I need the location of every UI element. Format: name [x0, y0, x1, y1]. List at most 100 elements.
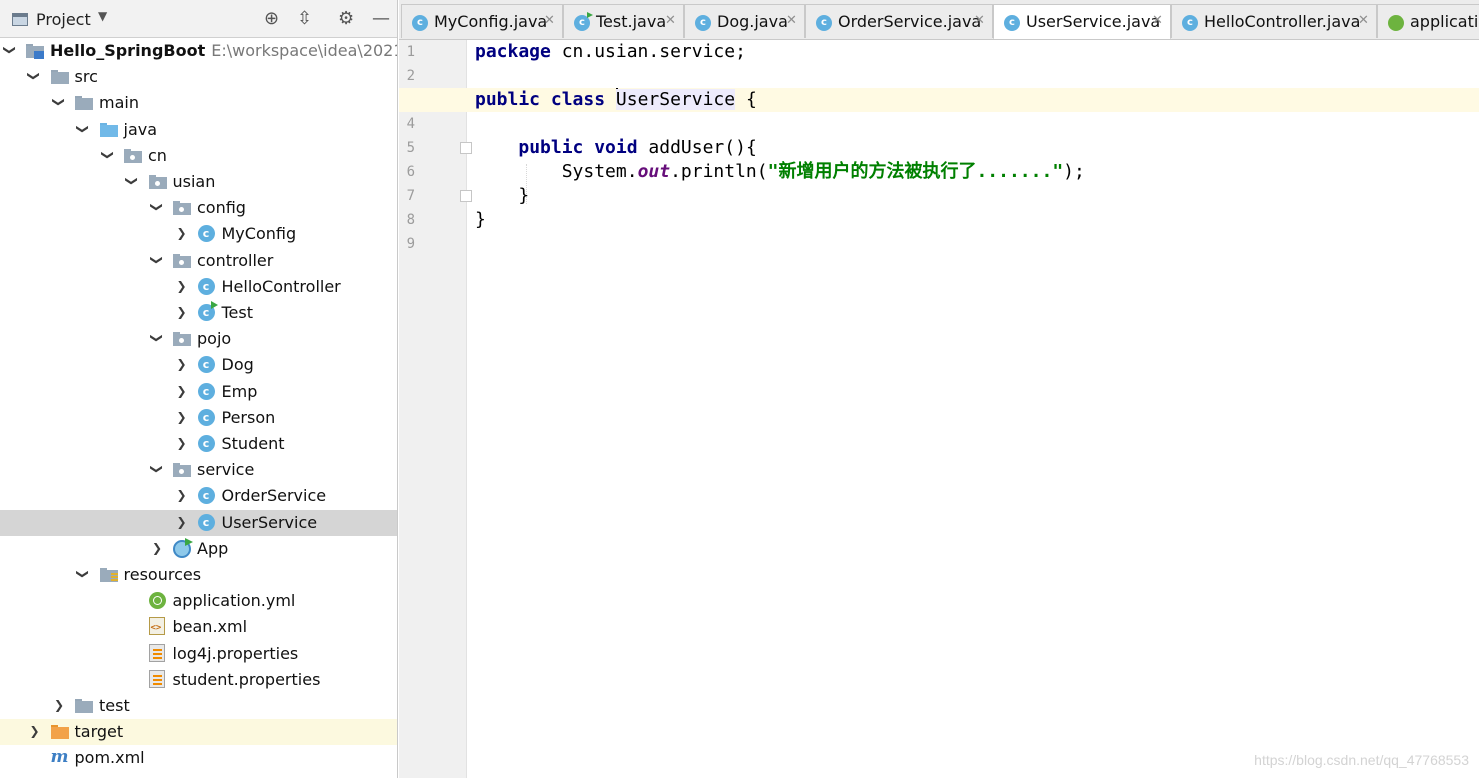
package-icon	[124, 148, 142, 163]
close-icon[interactable]: ✕	[974, 13, 985, 28]
tree-node-label: MyConfig	[221, 224, 297, 244]
chevron-down-icon[interactable]	[100, 146, 116, 164]
tree-node-label: pom.xml	[74, 748, 145, 768]
chevron-right-icon[interactable]	[174, 355, 190, 373]
close-icon[interactable]: ✕	[665, 13, 676, 28]
spring-boot-app-icon	[173, 537, 193, 558]
tree-node-usian[interactable]: usian	[0, 169, 397, 195]
chevron-down-icon[interactable]	[2, 41, 18, 59]
class-icon: c	[412, 15, 428, 31]
chevron-right-icon[interactable]	[174, 408, 190, 426]
tree-node-pom-xml[interactable]: m pom.xml	[0, 745, 397, 771]
chevron-right-icon[interactable]	[51, 696, 67, 714]
chevron-right-icon[interactable]	[174, 513, 190, 531]
tree-node-config[interactable]: config	[0, 195, 397, 221]
close-icon[interactable]: ✕	[1152, 13, 1163, 28]
chevron-right-icon[interactable]	[174, 382, 190, 400]
tree-node-label: main	[99, 93, 139, 113]
spring-config-icon	[148, 592, 166, 610]
chevron-right-icon[interactable]	[174, 224, 190, 242]
tree-node-dog[interactable]: c Dog	[0, 352, 397, 378]
chevron-right-icon[interactable]	[174, 486, 190, 504]
line-number: 4	[406, 116, 415, 132]
tree-node-person[interactable]: c Person	[0, 405, 397, 431]
tab-label: Test.java	[596, 12, 667, 31]
gear-icon[interactable]: ⚙	[338, 7, 354, 31]
locate-crosshair-icon[interactable]: ⊕	[264, 7, 279, 31]
tree-node-controller[interactable]: controller	[0, 248, 397, 274]
tree-node-app[interactable]: App	[0, 536, 397, 562]
chevron-right-icon[interactable]	[174, 434, 190, 452]
tree-node-userservice[interactable]: c UserService	[0, 509, 397, 536]
project-tool-window: Project ▼ ⊕ ⇳ ⚙ — Hello_SpringBootE:\wor…	[0, 0, 398, 778]
chevron-down-icon[interactable]	[27, 67, 43, 85]
tree-node-label: Hello_SpringBootE:\workspace\idea\202101…	[50, 41, 397, 61]
chevron-down-icon[interactable]	[76, 565, 92, 583]
class-icon: c	[695, 15, 711, 31]
folder-icon	[50, 70, 69, 85]
chevron-right-icon[interactable]	[27, 722, 43, 740]
close-icon[interactable]: ✕	[544, 13, 555, 28]
tab-applicatio[interactable]: applicatio	[1377, 4, 1479, 38]
code-line-1: package cn.usian.service;	[475, 40, 746, 64]
chevron-right-icon[interactable]	[149, 539, 165, 557]
tree-node-src[interactable]: src	[0, 64, 397, 90]
line-number: 8	[406, 212, 415, 228]
tree-node-student-properties[interactable]: student.properties	[0, 667, 397, 693]
keyword: public class	[475, 89, 616, 110]
tree-node-hello-springboot[interactable]: Hello_SpringBootE:\workspace\idea\202101…	[0, 38, 397, 64]
close-icon[interactable]: ✕	[786, 13, 797, 28]
tab-myconfig-java[interactable]: c MyConfig.java ✕	[401, 4, 563, 38]
tree-node-cn[interactable]: cn	[0, 143, 397, 169]
code-line-7: }	[475, 185, 530, 206]
class-icon: c	[197, 435, 215, 452]
tree-node-target[interactable]: target	[0, 719, 397, 746]
tree-node-java[interactable]: java	[0, 117, 397, 143]
tree-node-student[interactable]: c Student	[0, 431, 397, 457]
chevron-down-icon[interactable]	[149, 251, 165, 269]
tree-node-myconfig[interactable]: c MyConfig	[0, 221, 397, 247]
minimize-icon[interactable]: —	[372, 7, 390, 31]
chevron-right-icon[interactable]	[174, 303, 190, 321]
tree-node-log4j-properties[interactable]: log4j.properties	[0, 641, 397, 667]
tree-node-service[interactable]: service	[0, 457, 397, 483]
tree-node-pojo[interactable]: pojo	[0, 326, 397, 352]
tree-node-main[interactable]: main	[0, 90, 397, 116]
tree-node-test[interactable]: test	[0, 693, 397, 719]
chevron-down-icon[interactable]	[149, 460, 165, 478]
tab-hellocontroller-java[interactable]: c HelloController.java ✕	[1171, 4, 1377, 38]
properties-file-icon	[148, 643, 165, 662]
tree-node-emp[interactable]: c Emp	[0, 379, 397, 405]
chevron-down-icon[interactable]	[149, 198, 165, 216]
code-line-3: public class UserService {	[475, 88, 757, 112]
spring-config-icon	[1388, 15, 1404, 31]
tree-node-hellocontroller[interactable]: c HelloController	[0, 274, 397, 300]
editor-tab-bar: c MyConfig.java ✕ c Test.java ✕ c Dog.java ✕ c Ord…	[399, 0, 1479, 40]
chevron-down-icon[interactable]	[76, 120, 92, 138]
chevron-down-icon[interactable]	[51, 93, 67, 111]
xml-file-icon	[148, 617, 165, 636]
tab-userservice-java[interactable]: c UserService.java ✕	[993, 4, 1171, 39]
tree-node-test[interactable]: cTest	[0, 300, 397, 326]
code-editor[interactable]: package cn.usian.service; public class U…	[399, 40, 1479, 778]
collapse-all-icon[interactable]: ⇳	[297, 7, 312, 31]
chevron-down-icon[interactable]	[149, 329, 165, 347]
tree-node-label: log4j.properties	[172, 643, 299, 663]
chevron-right-icon[interactable]	[174, 277, 190, 295]
tree-node-orderservice[interactable]: c OrderService	[0, 483, 397, 509]
tree-node-resources[interactable]: resources	[0, 562, 397, 588]
tree-node-bean-xml[interactable]: bean.xml	[0, 614, 397, 640]
close-icon[interactable]: ✕	[1358, 13, 1369, 28]
tab-test-java[interactable]: c Test.java ✕	[563, 4, 684, 38]
tree-node-label: Person	[221, 407, 276, 427]
class-identifier: UserService	[615, 89, 736, 110]
tree-node-label: service	[197, 460, 255, 480]
tree-node-label: bean.xml	[172, 617, 248, 637]
chevron-down-icon[interactable]	[125, 172, 141, 190]
tab-orderservice-java[interactable]: c OrderService.java ✕	[805, 4, 993, 38]
project-view-selector[interactable]: Project	[36, 10, 91, 29]
tab-dog-java[interactable]: c Dog.java ✕	[684, 4, 805, 38]
tree-node-application-yml[interactable]: application.yml	[0, 588, 397, 614]
folder-icon	[75, 699, 93, 713]
chevron-down-icon[interactable]: ▼	[98, 9, 107, 23]
